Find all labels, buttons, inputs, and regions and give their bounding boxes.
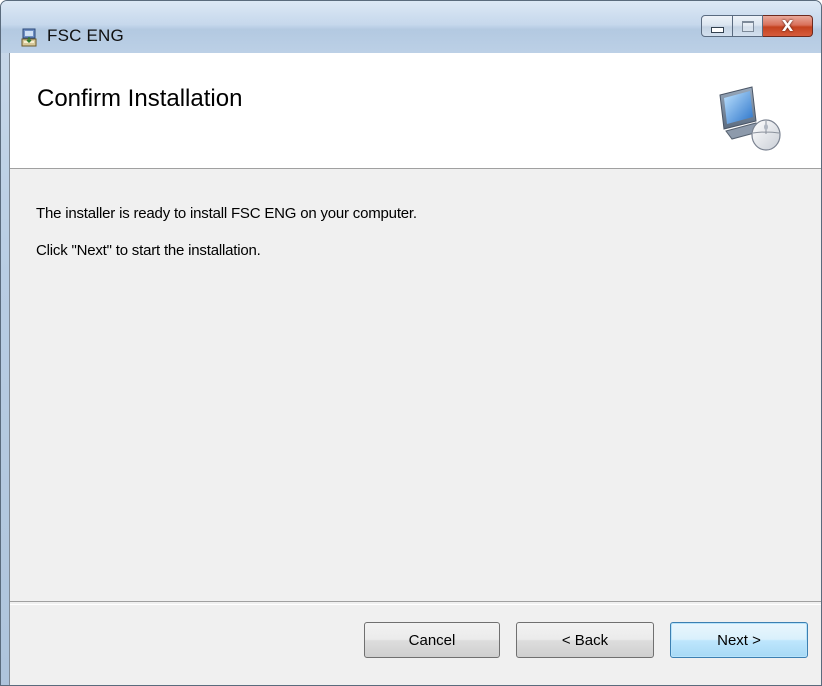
close-button[interactable]: X xyxy=(763,15,813,37)
maximize-button[interactable] xyxy=(733,15,763,37)
ready-message: The installer is ready to install FSC EN… xyxy=(36,205,417,222)
close-icon: X xyxy=(781,16,794,35)
installer-window: FSC ENG X Confirm Installation The insta… xyxy=(0,0,822,686)
caption-buttons: X xyxy=(701,15,813,39)
minimize-button[interactable] xyxy=(701,15,733,37)
instruction-message: Click "Next" to start the installation. xyxy=(36,242,261,259)
header-banner: Confirm Installation xyxy=(10,53,821,169)
title-bar[interactable]: FSC ENG X xyxy=(1,1,821,53)
cancel-button[interactable]: Cancel xyxy=(364,622,500,658)
maximize-icon xyxy=(741,20,754,32)
page-title: Confirm Installation xyxy=(37,85,243,112)
installer-icon xyxy=(21,28,37,47)
computer-setup-icon xyxy=(719,86,781,151)
footer-divider xyxy=(10,601,821,605)
minimize-icon xyxy=(710,27,724,33)
window-title: FSC ENG xyxy=(47,26,124,45)
next-button[interactable]: Next > xyxy=(670,622,808,658)
back-button[interactable]: < Back xyxy=(516,622,654,658)
dialog-client-area: Confirm Installation The installer is re… xyxy=(9,53,821,685)
